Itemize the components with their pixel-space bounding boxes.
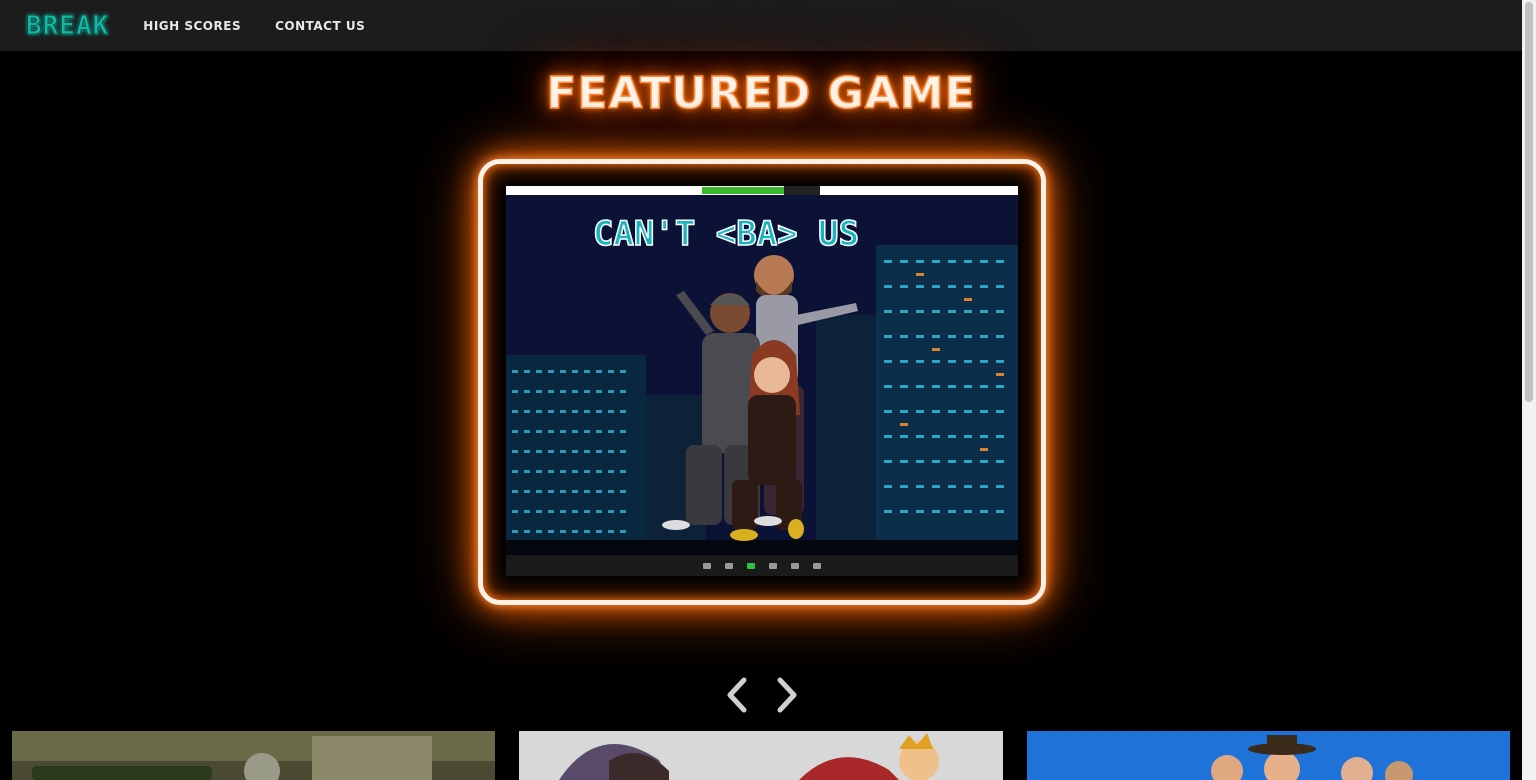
game-scene-art: CAN'T <BA> US — [506, 195, 1018, 555]
game-card-3[interactable] — [1027, 731, 1510, 780]
game-title-text: CAN'T <BA> US — [593, 214, 859, 254]
help-icon[interactable] — [791, 562, 799, 569]
featured-game-heading: FEATURED GAME — [546, 67, 976, 120]
participants-icon[interactable] — [703, 562, 711, 569]
navbar: BREAK HIGH SCORES CONTACT US — [0, 0, 1522, 51]
scrollbar-thumb[interactable] — [1525, 2, 1533, 402]
chevron-left-icon[interactable] — [724, 676, 752, 714]
nav-link-high-scores[interactable]: HIGH SCORES — [143, 19, 241, 33]
game-card-1[interactable] — [12, 731, 495, 780]
share-screen-icon[interactable] — [747, 562, 755, 569]
nav-link-contact-us[interactable]: CONTACT US — [275, 19, 365, 33]
game-card-2[interactable] — [519, 731, 1003, 780]
video-control-bar — [506, 555, 1018, 576]
site-logo[interactable]: BREAK — [25, 10, 109, 41]
chat-icon[interactable] — [725, 562, 733, 569]
featured-game-image[interactable]: CAN'T <BA> US — [506, 186, 1018, 576]
reactions-icon[interactable] — [813, 562, 821, 569]
video-top-bar — [506, 186, 1018, 195]
record-icon[interactable] — [769, 562, 777, 569]
chevron-right-icon[interactable] — [772, 676, 800, 714]
page-scrollbar[interactable] — [1522, 0, 1536, 780]
